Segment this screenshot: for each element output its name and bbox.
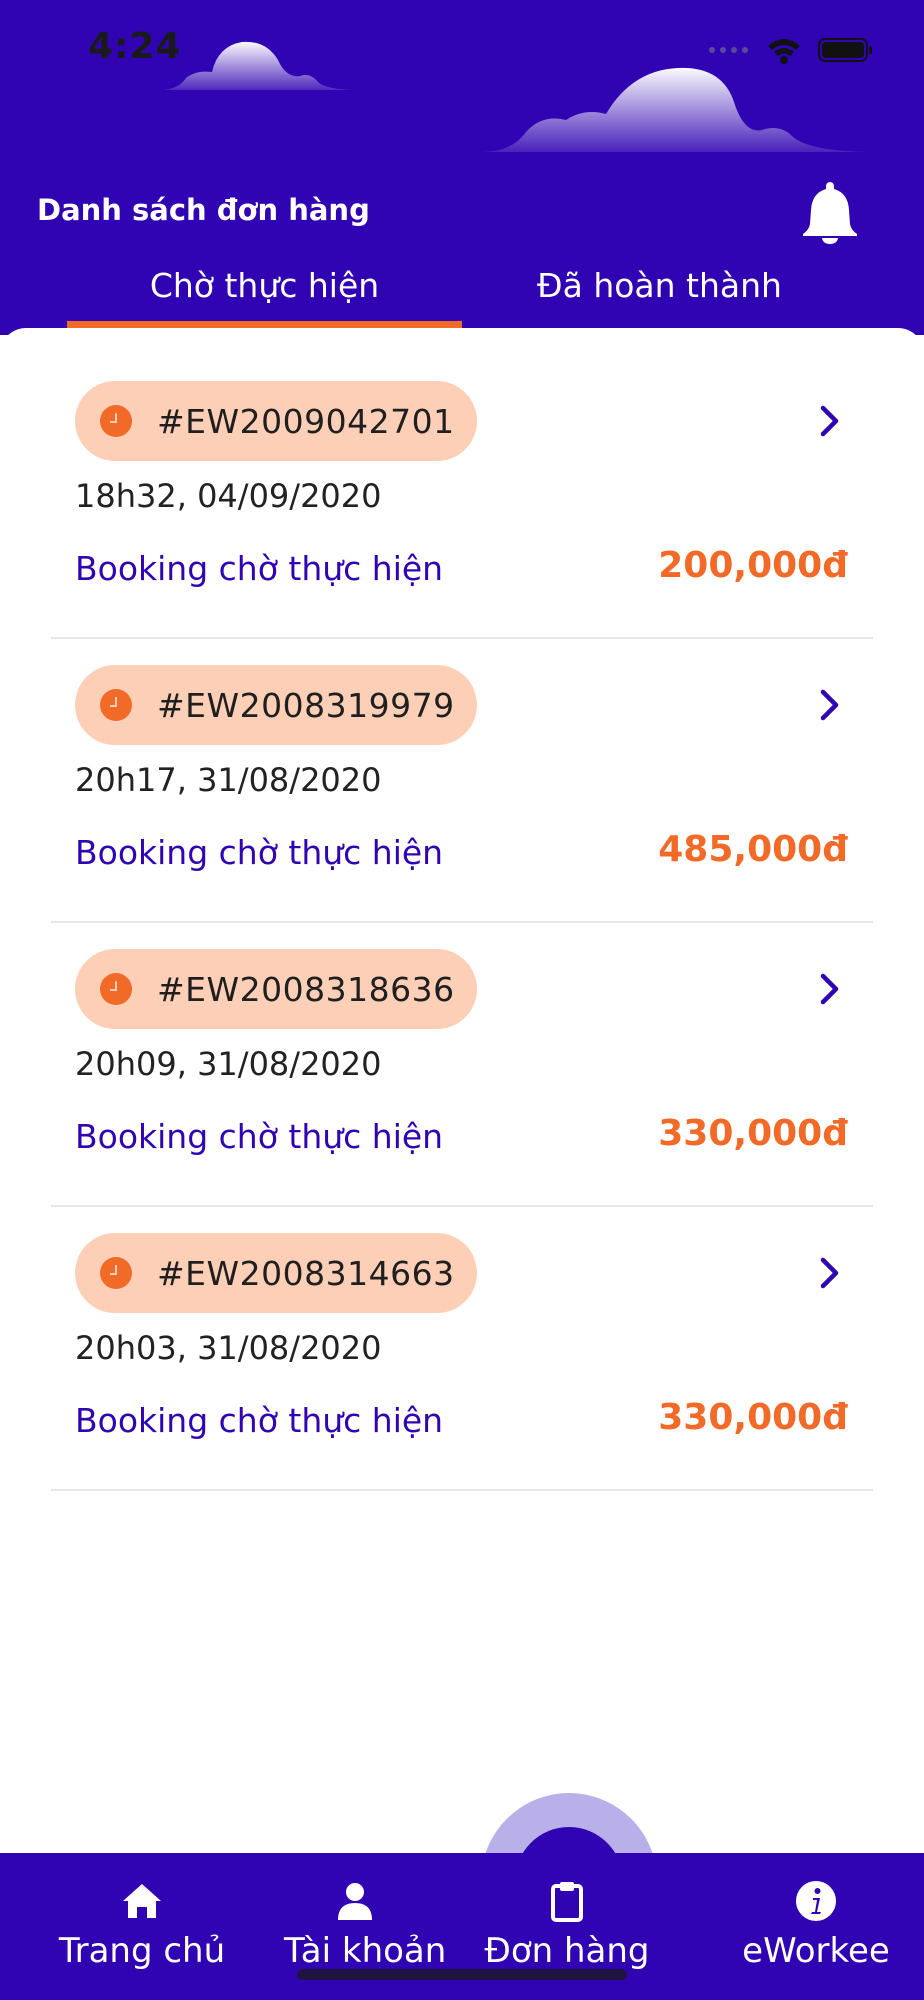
order-datetime: 20h09, 31/08/2020	[75, 1045, 382, 1083]
status-time: 4:24	[88, 26, 182, 67]
chevron-right-icon[interactable]	[819, 689, 841, 721]
user-icon	[338, 1883, 372, 1920]
clock-icon	[100, 1257, 132, 1289]
order-code-badge: #EW2008319979	[75, 665, 477, 745]
order-price: 200,000đ	[658, 545, 848, 586]
order-list: #EW2009042701 18h32, 04/09/2020 Booking …	[51, 355, 873, 1491]
signal-icon	[709, 47, 748, 53]
order-status: Booking chờ thực hiện	[75, 549, 444, 588]
battery-icon	[818, 38, 872, 62]
chevron-right-icon[interactable]	[819, 1257, 841, 1289]
order-card[interactable]: #EW2008319979 20h17, 31/08/2020 Booking …	[51, 639, 873, 923]
chevron-right-icon[interactable]	[819, 405, 841, 437]
nav-label: Đơn hàng	[484, 1931, 650, 1971]
order-datetime: 18h32, 04/09/2020	[75, 477, 382, 515]
cloud-decoration	[482, 67, 878, 152]
page-title: Danh sách đơn hàng	[37, 193, 370, 227]
order-card[interactable]: #EW2008318636 20h09, 31/08/2020 Booking …	[51, 923, 873, 1207]
order-code-badge: #EW2008318636	[75, 949, 477, 1029]
nav-label: Tài khoản	[284, 1931, 447, 1971]
nav-label: Trang chủ	[58, 1931, 226, 1971]
order-status: Booking chờ thực hiện	[75, 1401, 444, 1440]
order-code: #EW2008319979	[157, 685, 455, 725]
order-code-badge: #EW2008314663	[75, 1233, 477, 1313]
order-code: #EW2009042701	[157, 401, 455, 441]
order-card[interactable]: #EW2009042701 18h32, 04/09/2020 Booking …	[51, 355, 873, 639]
tab-label: Đã hoàn thành	[537, 266, 782, 305]
clipboard-icon	[551, 1882, 583, 1922]
order-tabs: Chờ thực hiện Đã hoàn thành	[67, 260, 857, 328]
order-code: #EW2008314663	[157, 1253, 455, 1293]
app-screen: 4:24 Danh sách đơn hàng Chờ thực hiện Đã…	[0, 0, 924, 2000]
order-price: 330,000đ	[658, 1113, 848, 1154]
tab-completed[interactable]: Đã hoàn thành	[462, 260, 857, 328]
order-card[interactable]: #EW2008314663 20h03, 31/08/2020 Booking …	[51, 1207, 873, 1491]
bell-icon[interactable]	[800, 180, 860, 244]
chevron-right-icon[interactable]	[819, 973, 841, 1005]
order-status: Booking chờ thực hiện	[75, 833, 444, 872]
tab-pending[interactable]: Chờ thực hiện	[67, 260, 462, 328]
status-indicators	[708, 30, 874, 70]
cloud-decoration	[160, 41, 360, 90]
info-icon	[796, 1881, 836, 1921]
order-price: 485,000đ	[658, 829, 848, 870]
order-code: #EW2008318636	[157, 969, 455, 1009]
order-code-badge: #EW2009042701	[75, 381, 477, 461]
header: 4:24 Danh sách đơn hàng Chờ thực hiện Đã…	[0, 0, 924, 335]
order-status: Booking chờ thực hiện	[75, 1117, 444, 1156]
nav-item-home[interactable]: Trang chủ	[0, 1853, 284, 2000]
tab-label: Chờ thực hiện	[149, 266, 380, 305]
nav-label: eWorkee	[742, 1931, 890, 1971]
home-icon	[123, 1884, 161, 1918]
home-indicator[interactable]	[297, 1969, 627, 1980]
order-datetime: 20h17, 31/08/2020	[75, 761, 382, 799]
clock-icon	[100, 689, 132, 721]
nav-item-eworkee[interactable]: eWorkee	[708, 1853, 924, 2000]
wifi-icon	[768, 39, 800, 64]
clock-icon	[100, 405, 132, 437]
order-datetime: 20h03, 31/08/2020	[75, 1329, 382, 1367]
order-price: 330,000đ	[658, 1397, 848, 1438]
clock-icon	[100, 973, 132, 1005]
